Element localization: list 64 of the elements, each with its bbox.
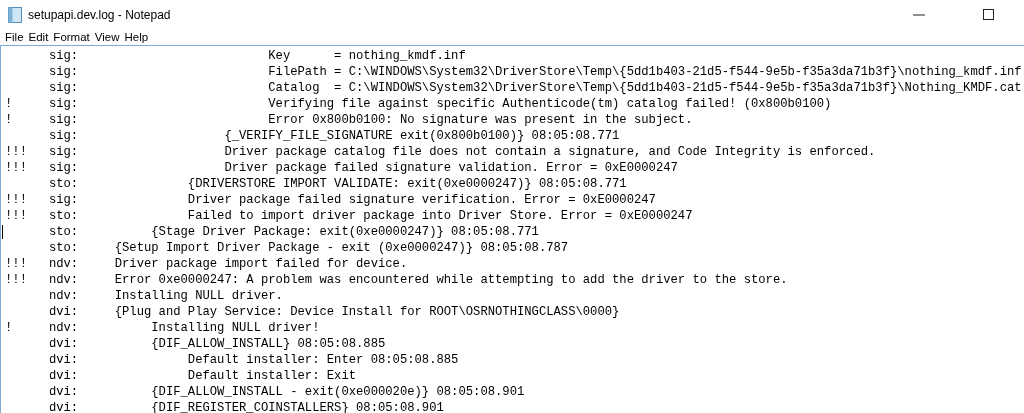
log-message: Installing NULL driver. bbox=[113, 289, 283, 303]
log-message: Driver package failed signature verification. Error = 0xE0000247 bbox=[186, 193, 656, 207]
log-source: sig: bbox=[48, 49, 79, 63]
log-marker: !!! bbox=[5, 273, 27, 287]
log-message: {DIF_ALLOW_INSTALL - exit(0xe000020e)} 08:05:08.901 bbox=[150, 385, 525, 399]
notepad-icon bbox=[8, 6, 22, 23]
log-source: ndv: bbox=[48, 289, 79, 303]
menu-item[interactable]: Edit bbox=[27, 31, 53, 43]
log-message: Catalog = C:\WINDOWS\System32\DriverStore\Temp\{5dd1b403-21d5-f544-9e5b-f35a3da71b3f}\Nothing_KMDF.cat bbox=[267, 81, 1022, 95]
log-message: {Plug and Play Service: Device Install for ROOT\OSRNOTHINGCLASS\0000} bbox=[113, 305, 620, 319]
log-source: dvi: bbox=[48, 385, 79, 399]
log-message: Key = nothing_kmdf.inf bbox=[267, 49, 466, 63]
log-message: Verifying file against specific Authenticode(tm) catalog failed! (0x800b0100) bbox=[267, 97, 832, 111]
minimize-icon[interactable] bbox=[913, 13, 925, 16]
log-source: ndv: bbox=[48, 321, 79, 335]
log-source: sig: bbox=[48, 65, 79, 79]
menu-item[interactable]: File bbox=[4, 31, 28, 43]
log-marker: ! bbox=[5, 321, 13, 335]
log-source: sig: bbox=[48, 81, 79, 95]
log-source: sto: bbox=[48, 209, 79, 223]
log-message: {DIF_ALLOW_INSTALL} 08:05:08.885 bbox=[150, 337, 386, 351]
log-source: sig: bbox=[48, 97, 79, 111]
log-message: {_VERIFY_FILE_SIGNATURE exit(0x800b0100)} 08:05:08.771 bbox=[223, 129, 620, 143]
menu-item[interactable]: Help bbox=[123, 31, 153, 43]
log-source: sig: bbox=[48, 145, 79, 159]
log-message: Error 0xe0000247: A problem was encountered while attempting to add the driver to the store. bbox=[113, 273, 788, 287]
log-marker: !!! bbox=[5, 145, 27, 159]
log-message: Default installer: Exit bbox=[186, 369, 357, 383]
log-source: sto: bbox=[48, 225, 79, 239]
log-message: Installing NULL driver! bbox=[150, 321, 320, 335]
log-message: Driver package import failed for device. bbox=[113, 257, 408, 271]
log-message: {Stage Driver Package: exit(0xe0000247)} 08:05:08.771 bbox=[150, 225, 539, 239]
log-marker: !!! bbox=[5, 193, 27, 207]
log-source: sig: bbox=[48, 113, 79, 127]
log-source: dvi: bbox=[48, 369, 79, 383]
log-marker: !!! bbox=[5, 209, 27, 223]
log-source: dvi: bbox=[48, 401, 79, 413]
log-source: sig: bbox=[48, 129, 79, 143]
log-message: Error 0x800b0100: No signature was present in the subject. bbox=[267, 113, 693, 127]
menu-item[interactable]: View bbox=[93, 31, 124, 43]
log-marker: !!! bbox=[5, 257, 27, 271]
log-message: Driver package catalog file does not contain a signature, and Code Integrity is enforced. bbox=[223, 145, 876, 159]
log-message: {Setup Import Driver Package - exit (0xe0000247)} 08:05:08.787 bbox=[113, 241, 569, 255]
log-message: Default installer: Enter 08:05:08.885 bbox=[186, 353, 459, 367]
log-source: ndv: bbox=[48, 273, 79, 287]
log-marker: !!! bbox=[5, 161, 27, 175]
log-message: FilePath = C:\WINDOWS\System32\DriverStore\Temp\{5dd1b403-21d5-f544-9e5b-f35a3da71b3f}\nothing_kmdf.inf bbox=[267, 65, 1022, 79]
log-source: dvi: bbox=[48, 305, 79, 319]
log-source: dvi: bbox=[48, 353, 79, 367]
log-message: Driver package failed signature validation. Error = 0xE0000247 bbox=[223, 161, 678, 175]
log-source: sig: bbox=[48, 193, 79, 207]
log-marker: ! bbox=[5, 113, 13, 127]
log-source: ndv: bbox=[48, 257, 79, 271]
menu-item[interactable]: Format bbox=[52, 31, 94, 43]
log-source: sto: bbox=[48, 241, 79, 255]
log-message: {DRIVERSTORE IMPORT VALIDATE: exit(0xe0000247)} 08:05:08.771 bbox=[186, 177, 627, 191]
log-message: {DIF_REGISTER_COINSTALLERS} 08:05:08.901 bbox=[150, 401, 444, 413]
log-source: sto: bbox=[48, 177, 79, 191]
log-source: dvi: bbox=[48, 337, 79, 351]
log-message: Failed to import driver package into Driver Store. Error = 0xE0000247 bbox=[186, 209, 693, 223]
log-source: sig: bbox=[48, 161, 79, 175]
log-marker: ! bbox=[5, 97, 13, 111]
window-title: setupapi.dev.log - Notepad bbox=[28, 7, 171, 22]
maximize-icon[interactable] bbox=[983, 9, 994, 20]
